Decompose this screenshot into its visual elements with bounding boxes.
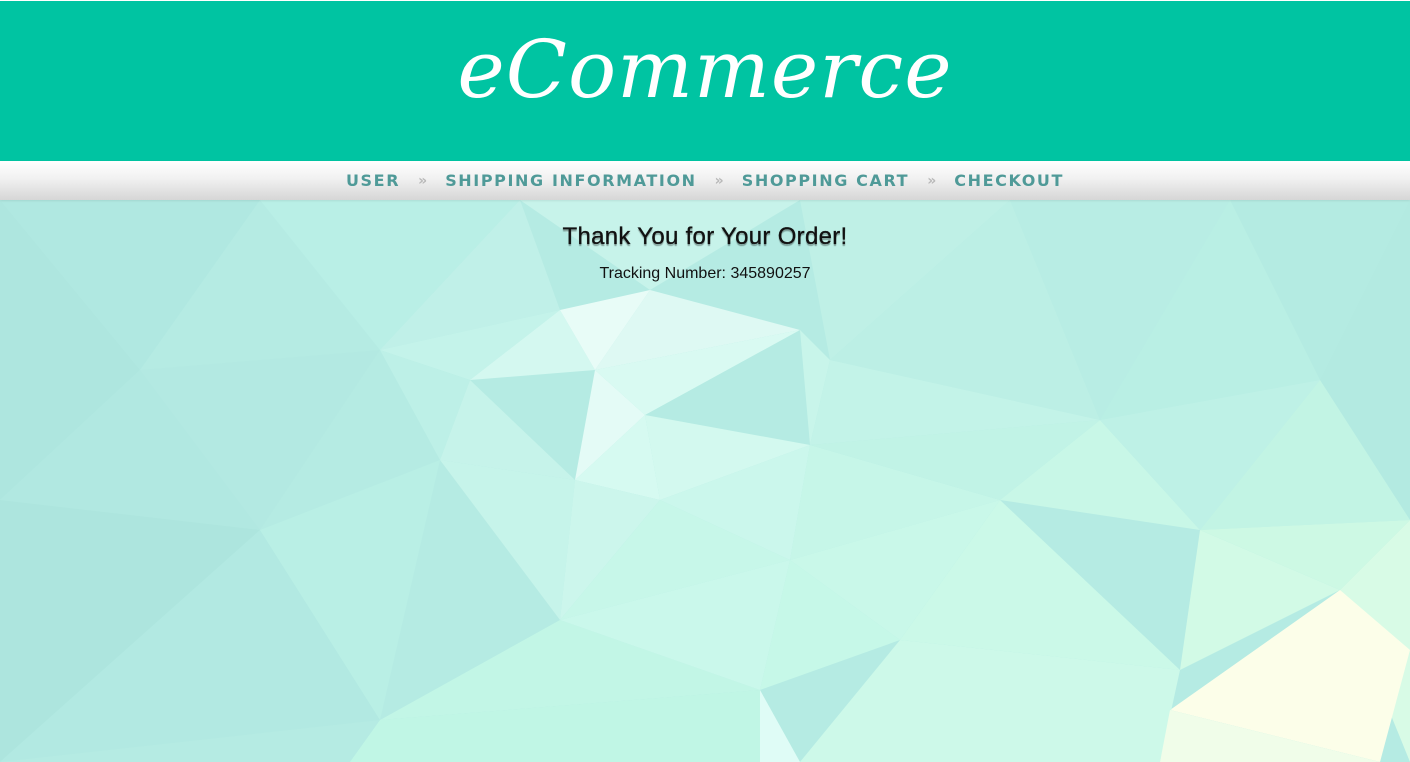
tracking-label: Tracking Number:: [599, 265, 726, 282]
step-user[interactable]: USER: [346, 171, 400, 190]
step-separator-icon: »: [418, 172, 428, 189]
low-poly-background: [0, 200, 1410, 762]
brand-logo[interactable]: eCommerce: [0, 15, 1410, 125]
step-shopping-cart[interactable]: SHOPPING CART: [742, 171, 909, 190]
tracking-number: 345890257: [730, 265, 811, 282]
site-header: eCommerce: [0, 0, 1410, 161]
checkout-steps-nav: USER » SHIPPING INFORMATION » SHOPPING C…: [0, 161, 1410, 200]
page-title: Thank You for Your Order!: [562, 223, 848, 250]
step-separator-icon: »: [927, 172, 937, 189]
order-confirmation: Thank You for Your Order! Tracking Numbe…: [0, 200, 1410, 283]
step-checkout[interactable]: CHECKOUT: [954, 171, 1064, 190]
tracking-info: Tracking Number: 345890257: [0, 265, 1410, 283]
step-separator-icon: »: [714, 172, 724, 189]
step-shipping-information[interactable]: SHIPPING INFORMATION: [445, 171, 696, 190]
